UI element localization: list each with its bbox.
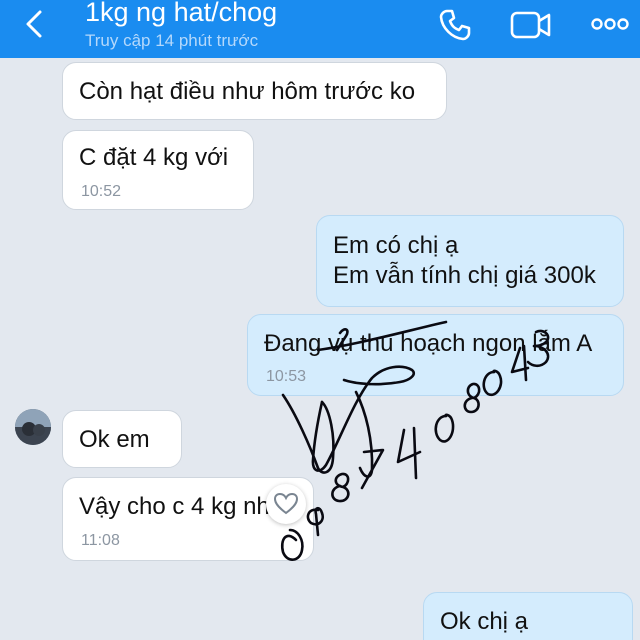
message-text: Ok em xyxy=(79,426,150,453)
message-time: 10:53 xyxy=(266,368,307,385)
chevron-left-icon[interactable] xyxy=(20,8,48,40)
last-seen-status: Truy cập 14 phút trước xyxy=(85,31,259,50)
message-text: Em có chị ạ xyxy=(333,232,459,259)
message-time: 10:52 xyxy=(81,183,122,200)
message-bubble[interactable]: Đang vụ thu hoạch ngon lắm A 10:53 xyxy=(247,314,624,396)
message-list[interactable]: Còn hạt điều như hôm trước ko C đặt 4 kg… xyxy=(0,58,640,640)
message-bubble[interactable]: Em có chị ạ Em vẫn tính chị giá 300k xyxy=(316,215,624,307)
message-bubble[interactable]: Ok chị ạ xyxy=(423,592,633,640)
message-text: Ok chị ạ xyxy=(440,608,529,635)
contact-avatar[interactable] xyxy=(15,409,51,445)
message-bubble[interactable]: Ok em xyxy=(62,410,182,468)
message-text: Em vẫn tính chị giá 300k xyxy=(333,262,596,289)
message-bubble[interactable]: Còn hạt điều như hôm trước ko xyxy=(62,62,447,120)
video-camera-icon[interactable] xyxy=(510,10,552,40)
message-bubble[interactable]: C đặt 4 kg với 10:52 xyxy=(62,130,254,210)
more-dots-icon[interactable] xyxy=(590,14,630,34)
message-time: 11:08 xyxy=(81,532,120,549)
chat-header: 1kg ng hat/chog Truy cập 14 phút trước xyxy=(0,0,640,58)
message-text: C đặt 4 kg với xyxy=(79,144,229,171)
message-text: Đang vụ thu hoạch ngon lắm A xyxy=(264,330,593,357)
conversation-title[interactable]: 1kg ng hat/chog xyxy=(85,0,277,28)
reaction-button[interactable] xyxy=(266,484,306,524)
phone-icon[interactable] xyxy=(438,8,472,42)
message-text: Còn hạt điều như hôm trước ko xyxy=(79,78,416,105)
heart-icon xyxy=(273,492,299,515)
message-text: Vậy cho c 4 kg nhé xyxy=(79,493,284,520)
